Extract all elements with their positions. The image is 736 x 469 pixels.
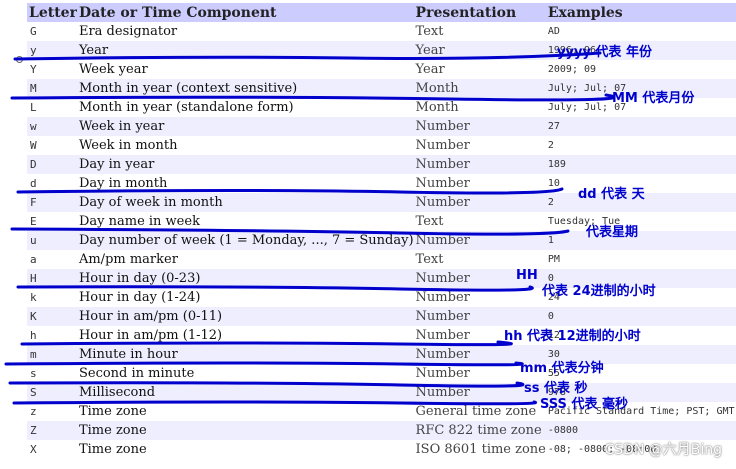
annotated-document: Letter Date or Time Component Presentati… — [0, 0, 736, 469]
underline-month — [10, 93, 616, 102]
csdn-watermark: CSDN @六月Bing — [604, 442, 722, 458]
underline-second — [8, 381, 525, 388]
annotation-dd: dd 代表 天 — [578, 187, 645, 202]
underline-day — [16, 187, 564, 195]
underline-minute — [4, 361, 524, 367]
annotation-sss: SSS 代表 毫秒 — [540, 397, 628, 412]
underline-millisecond — [12, 400, 537, 406]
annotation-hh: hh 代表 12进制的小时 — [504, 329, 641, 344]
underline-year — [13, 51, 602, 61]
annotation-e: 代表星期 — [586, 225, 639, 240]
underline-hour-24 — [16, 285, 534, 292]
annotation-hh-code: HH — [516, 268, 538, 283]
annotation-mm-minute: mm 代表分钟 — [520, 361, 604, 376]
underline-hour-12 — [20, 340, 513, 347]
annotation-hh-desc: 代表 24进制的小时 — [542, 284, 656, 299]
underline-day-name — [10, 227, 570, 236]
annotation-yyyy: yyyy 代表 年份 — [557, 45, 652, 60]
annotation-mm: MM 代表月份 — [612, 91, 695, 106]
